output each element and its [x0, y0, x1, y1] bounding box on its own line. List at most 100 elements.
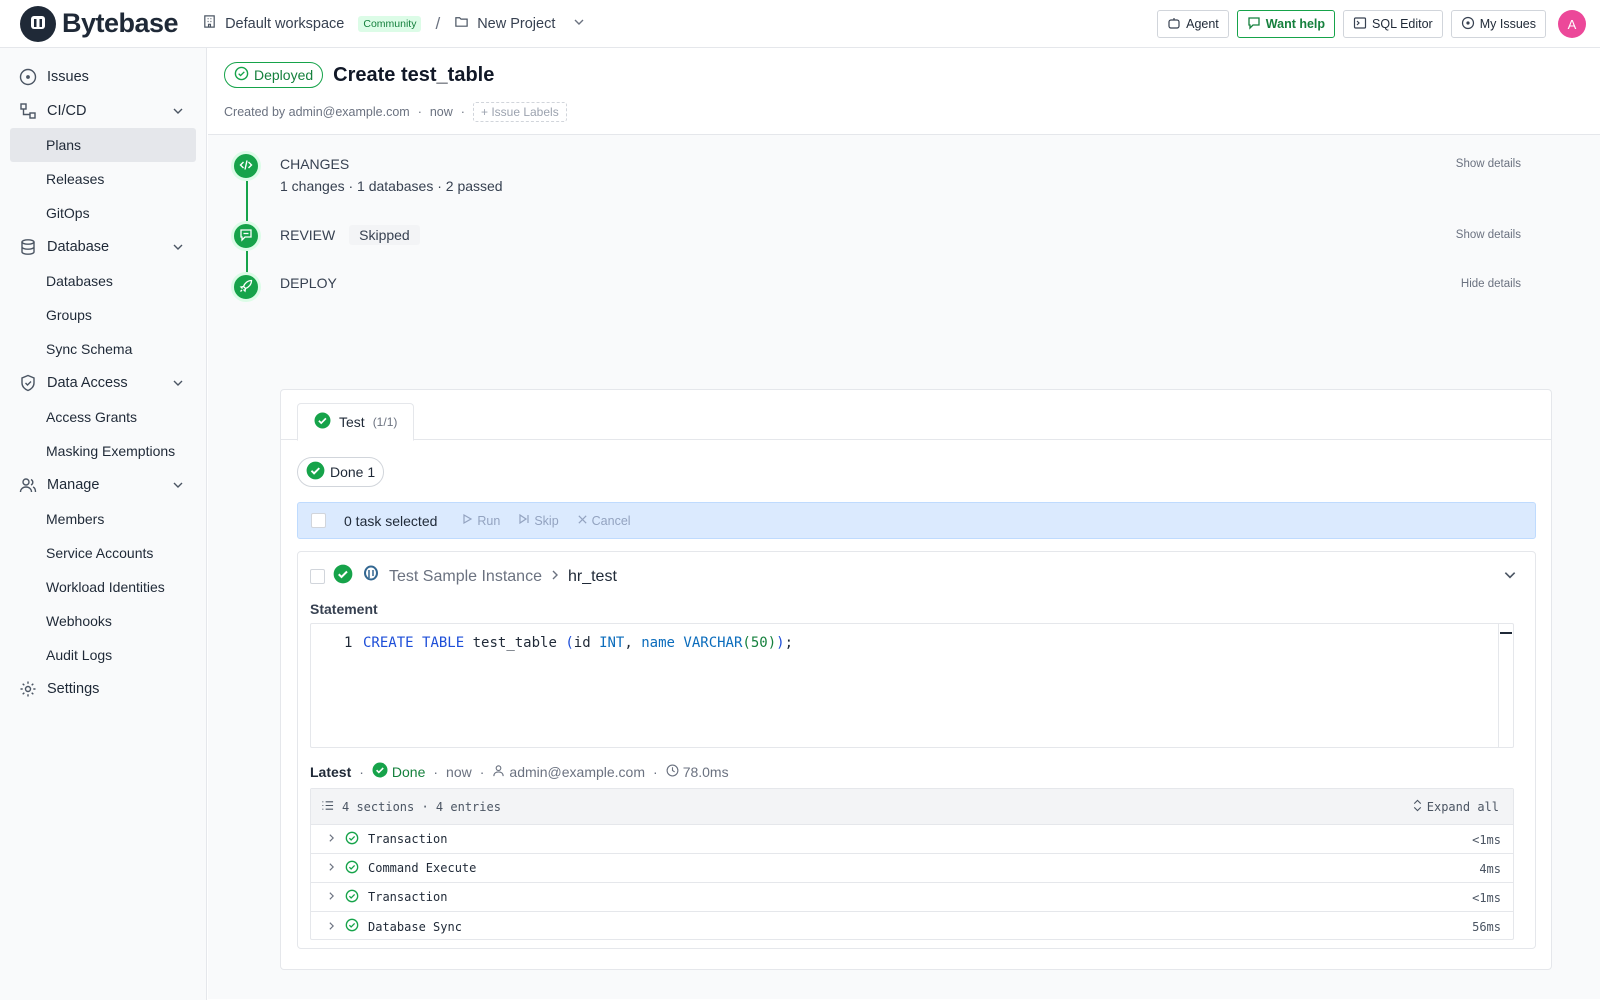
sidebar-item-sync-schema[interactable]: Sync Schema: [0, 332, 196, 366]
tier-badge: Community: [358, 15, 422, 32]
changes-show-details[interactable]: Show details: [1456, 158, 1521, 170]
review-step-title: REVIEW: [280, 227, 336, 243]
chevron-down-icon[interactable]: [573, 16, 585, 32]
page-title[interactable]: Create test_table: [333, 64, 494, 87]
task-checkbox[interactable]: [310, 569, 325, 584]
done-filter-pill[interactable]: Done 1: [297, 457, 385, 487]
sidebar-item-members[interactable]: Members: [0, 502, 196, 536]
sql-punct: (: [565, 635, 574, 651]
check-circle-icon: [314, 412, 331, 432]
top-actions: Agent Want help SQL Editor My Issues A: [1157, 10, 1586, 38]
want-help-label: Want help: [1265, 17, 1326, 31]
sql-punct: (: [742, 635, 751, 651]
status-label: Deployed: [254, 67, 314, 83]
deploy-hide-details[interactable]: Hide details: [1461, 278, 1521, 290]
rocket-icon: [239, 279, 253, 296]
review-show-details[interactable]: Show details: [1456, 229, 1521, 241]
changes-summary: 1 changes · 1 databases · 2 passed: [280, 178, 503, 194]
my-issues-button[interactable]: My Issues: [1450, 10, 1546, 38]
log-header: 4 sections · 4 entries Expand all: [311, 789, 1513, 825]
sidebar-item-access-grants[interactable]: Access Grants: [0, 400, 196, 434]
sidebar-item-manage[interactable]: Manage: [0, 468, 206, 502]
sql-punct: ): [767, 635, 777, 651]
gear-icon: [18, 679, 38, 699]
created-time: now: [429, 105, 453, 119]
meta-separator: ·: [460, 105, 465, 119]
scrollbar-thumb[interactable]: [1500, 632, 1512, 634]
cicd-icon: [18, 101, 38, 121]
sql-identifier: test_table: [472, 635, 557, 651]
message-icon: [239, 228, 253, 245]
issue-body: CHANGES 1 changes · 1 databases · 2 pass…: [208, 135, 1600, 999]
skip-button[interactable]: Skip: [518, 513, 559, 528]
issue-labels-button[interactable]: + Issue Labels: [472, 102, 567, 122]
check-circle-icon: [234, 66, 249, 84]
done-filter-label: Done 1: [330, 464, 376, 480]
chevron-right-icon: [550, 568, 560, 586]
editor-scrollbar[interactable]: [1498, 624, 1513, 747]
chevron-right-icon: [327, 861, 336, 875]
expand-all-label: Expand all: [1426, 800, 1499, 814]
line-number: 1: [344, 635, 353, 651]
sidebar-item-settings[interactable]: Settings: [0, 672, 206, 706]
chevron-down-icon[interactable]: [172, 241, 184, 257]
run-user: admin@example.com: [509, 763, 646, 780]
sidebar-item-service-accounts[interactable]: Service Accounts: [0, 536, 196, 570]
log-row[interactable]: Transaction <1ms: [311, 883, 1513, 912]
sidebar-item-plans[interactable]: Plans: [10, 128, 196, 162]
avatar[interactable]: A: [1558, 10, 1586, 38]
task-header: Test Sample Instance hr_test: [310, 564, 617, 589]
database-name[interactable]: hr_test: [568, 568, 617, 586]
check-circle-icon: [345, 831, 359, 848]
log-entry-duration: 56ms: [1472, 920, 1501, 934]
chat-icon: [1247, 16, 1261, 33]
log-row[interactable]: Transaction <1ms: [311, 825, 1513, 854]
sidebar-item-masking-exemptions[interactable]: Masking Exemptions: [0, 434, 196, 468]
sidebar-item-webhooks[interactable]: Webhooks: [0, 604, 196, 638]
deploy-step-title: DEPLOY: [280, 275, 337, 291]
tab-test[interactable]: Test (1/1): [297, 403, 415, 441]
chevron-down-icon[interactable]: [172, 105, 184, 121]
sidebar-item-releases[interactable]: Releases: [0, 162, 196, 196]
log-row[interactable]: Database Sync 56ms: [311, 912, 1513, 941]
project-name[interactable]: New Project: [477, 16, 555, 32]
sql-statement-editor[interactable]: 1 CREATE TABLE test_table (id INT, name …: [310, 623, 1514, 748]
select-all-checkbox[interactable]: [311, 513, 326, 528]
log-row[interactable]: Command Execute 4ms: [311, 854, 1513, 883]
expand-all-button[interactable]: Expand all: [1412, 799, 1499, 815]
chevron-down-icon[interactable]: [172, 377, 184, 393]
sidebar-item-groups[interactable]: Groups: [0, 298, 196, 332]
latest-run-row: Latest · Done · now · admin@example.com …: [310, 762, 729, 781]
sidebar-item-cicd[interactable]: CI/CD: [0, 94, 206, 128]
run-label: Run: [477, 513, 501, 528]
sql-punct: ): [776, 635, 785, 651]
log-entry-name: Transaction: [368, 832, 448, 846]
latest-label: Latest: [310, 763, 352, 780]
cancel-button[interactable]: Cancel: [577, 514, 631, 528]
sidebar-item-database[interactable]: Database: [0, 230, 206, 264]
skip-label: Skip: [534, 513, 559, 528]
workspace-name[interactable]: Default workspace: [225, 16, 344, 32]
sidebar-item-data-access[interactable]: Data Access: [0, 366, 206, 400]
chevron-down-icon[interactable]: [172, 479, 184, 495]
check-circle-icon: [333, 564, 353, 589]
want-help-button[interactable]: Want help: [1236, 10, 1336, 38]
code-icon: [239, 158, 253, 175]
sidebar-item-databases[interactable]: Databases: [0, 264, 196, 298]
chevron-right-icon: [327, 832, 336, 846]
chevron-down-icon[interactable]: [1503, 568, 1517, 585]
task-card: Test Sample Instance hr_test Statement 1…: [297, 551, 1536, 949]
sidebar-item-label: Settings: [47, 681, 100, 697]
sidebar-item-workload-identities[interactable]: Workload Identities: [0, 570, 196, 604]
instance-name[interactable]: Test Sample Instance: [389, 568, 542, 586]
agent-button[interactable]: Agent: [1157, 10, 1229, 38]
deploy-panel: Test (1/1) Done 1 0 task selected Run Sk…: [280, 389, 1552, 970]
sql-editor-button[interactable]: SQL Editor: [1343, 10, 1443, 38]
clock-icon: [666, 764, 679, 780]
run-button[interactable]: Run: [461, 513, 500, 528]
sidebar-item-issues[interactable]: Issues: [0, 60, 206, 94]
logo[interactable]: Bytebase: [20, 5, 179, 42]
sql-number: 50: [750, 635, 768, 651]
sidebar-item-audit-logs[interactable]: Audit Logs: [0, 638, 196, 672]
sidebar-item-gitops[interactable]: GitOps: [0, 196, 196, 230]
